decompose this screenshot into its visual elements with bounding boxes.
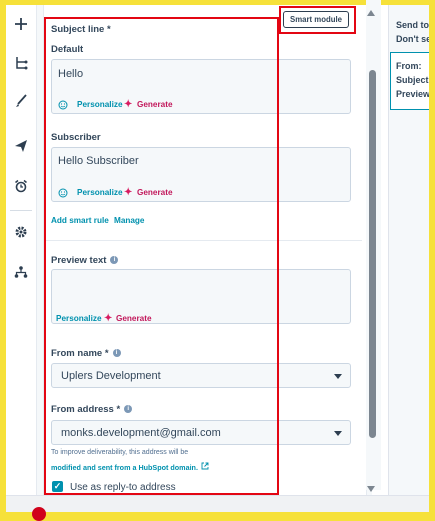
- reply-to-label: Use as reply-to address: [70, 482, 176, 493]
- checkmark-icon: ✓: [53, 481, 62, 491]
- generate-link[interactable]: Generate: [116, 314, 152, 323]
- send-to-label: Send to: [396, 20, 429, 30]
- preview-preview-label: Preview: [396, 89, 431, 99]
- tree-structure-icon[interactable]: [11, 53, 31, 73]
- scrollbar-thumb[interactable]: [369, 70, 376, 438]
- subscriber-subject-value: Hello Subscriber: [58, 155, 139, 167]
- external-link-icon[interactable]: [201, 462, 209, 472]
- reply-to-checkbox[interactable]: ✓: [52, 481, 63, 492]
- hubspot-domain-link[interactable]: modified and sent from a HubSpot domain.: [51, 463, 198, 472]
- send-icon[interactable]: [11, 136, 31, 156]
- info-icon[interactable]: i: [110, 256, 119, 265]
- from-name-label: From name *: [51, 348, 109, 359]
- personalize-link[interactable]: Personalize: [56, 314, 102, 323]
- from-name-select[interactable]: Uplers Development: [51, 363, 351, 388]
- manage-link[interactable]: Manage: [114, 216, 144, 225]
- generate-link[interactable]: Generate: [137, 188, 173, 197]
- smiley-icon[interactable]: [58, 100, 68, 112]
- subject-preview-label: Subject: [396, 75, 429, 85]
- smart-module-button[interactable]: Smart module: [283, 11, 349, 28]
- toolbar-divider: [10, 210, 32, 211]
- from-address-select[interactable]: monks.development@gmail.com: [51, 420, 351, 445]
- smiley-icon[interactable]: [58, 188, 68, 200]
- from-preview-label: From:: [396, 61, 422, 71]
- subject-line-label: Subject line *: [51, 24, 111, 35]
- gear-icon[interactable]: [11, 222, 31, 242]
- alarm-clock-icon[interactable]: [11, 176, 31, 196]
- hierarchy-icon[interactable]: [11, 262, 31, 282]
- add-smart-rule-link[interactable]: Add smart rule: [51, 216, 109, 225]
- personalize-link[interactable]: Personalize: [77, 188, 123, 197]
- scroll-down-arrow-icon[interactable]: [367, 486, 375, 492]
- from-address-value: monks.development@gmail.com: [61, 427, 221, 439]
- chevron-down-icon: [334, 431, 342, 436]
- subscriber-label: Subscriber: [51, 132, 101, 143]
- sparkle-icon: ✦: [104, 313, 113, 324]
- brush-icon[interactable]: [11, 91, 31, 111]
- info-icon[interactable]: i: [112, 349, 121, 358]
- bottom-bar: [6, 495, 429, 512]
- generate-link[interactable]: Generate: [137, 100, 173, 109]
- sparkle-icon: ✦: [124, 187, 133, 198]
- section-divider: [43, 240, 362, 241]
- default-subject-value: Hello: [58, 68, 84, 80]
- notification-dot[interactable]: [32, 507, 46, 521]
- right-frame-edge: [429, 0, 435, 517]
- add-icon[interactable]: [11, 14, 31, 34]
- default-label: Default: [51, 44, 84, 55]
- from-name-value: Uplers Development: [61, 370, 161, 382]
- deliverability-note: To improve deliverability, this address …: [51, 449, 189, 456]
- from-address-label: From address *: [51, 404, 121, 415]
- info-icon[interactable]: i: [124, 405, 133, 414]
- scroll-up-arrow-icon[interactable]: [367, 10, 375, 16]
- preview-text-label: Preview text: [51, 255, 107, 266]
- sparkle-icon: ✦: [124, 99, 133, 110]
- chevron-down-icon: [334, 374, 342, 379]
- personalize-link[interactable]: Personalize: [77, 100, 123, 109]
- left-toolbar: [6, 5, 37, 495]
